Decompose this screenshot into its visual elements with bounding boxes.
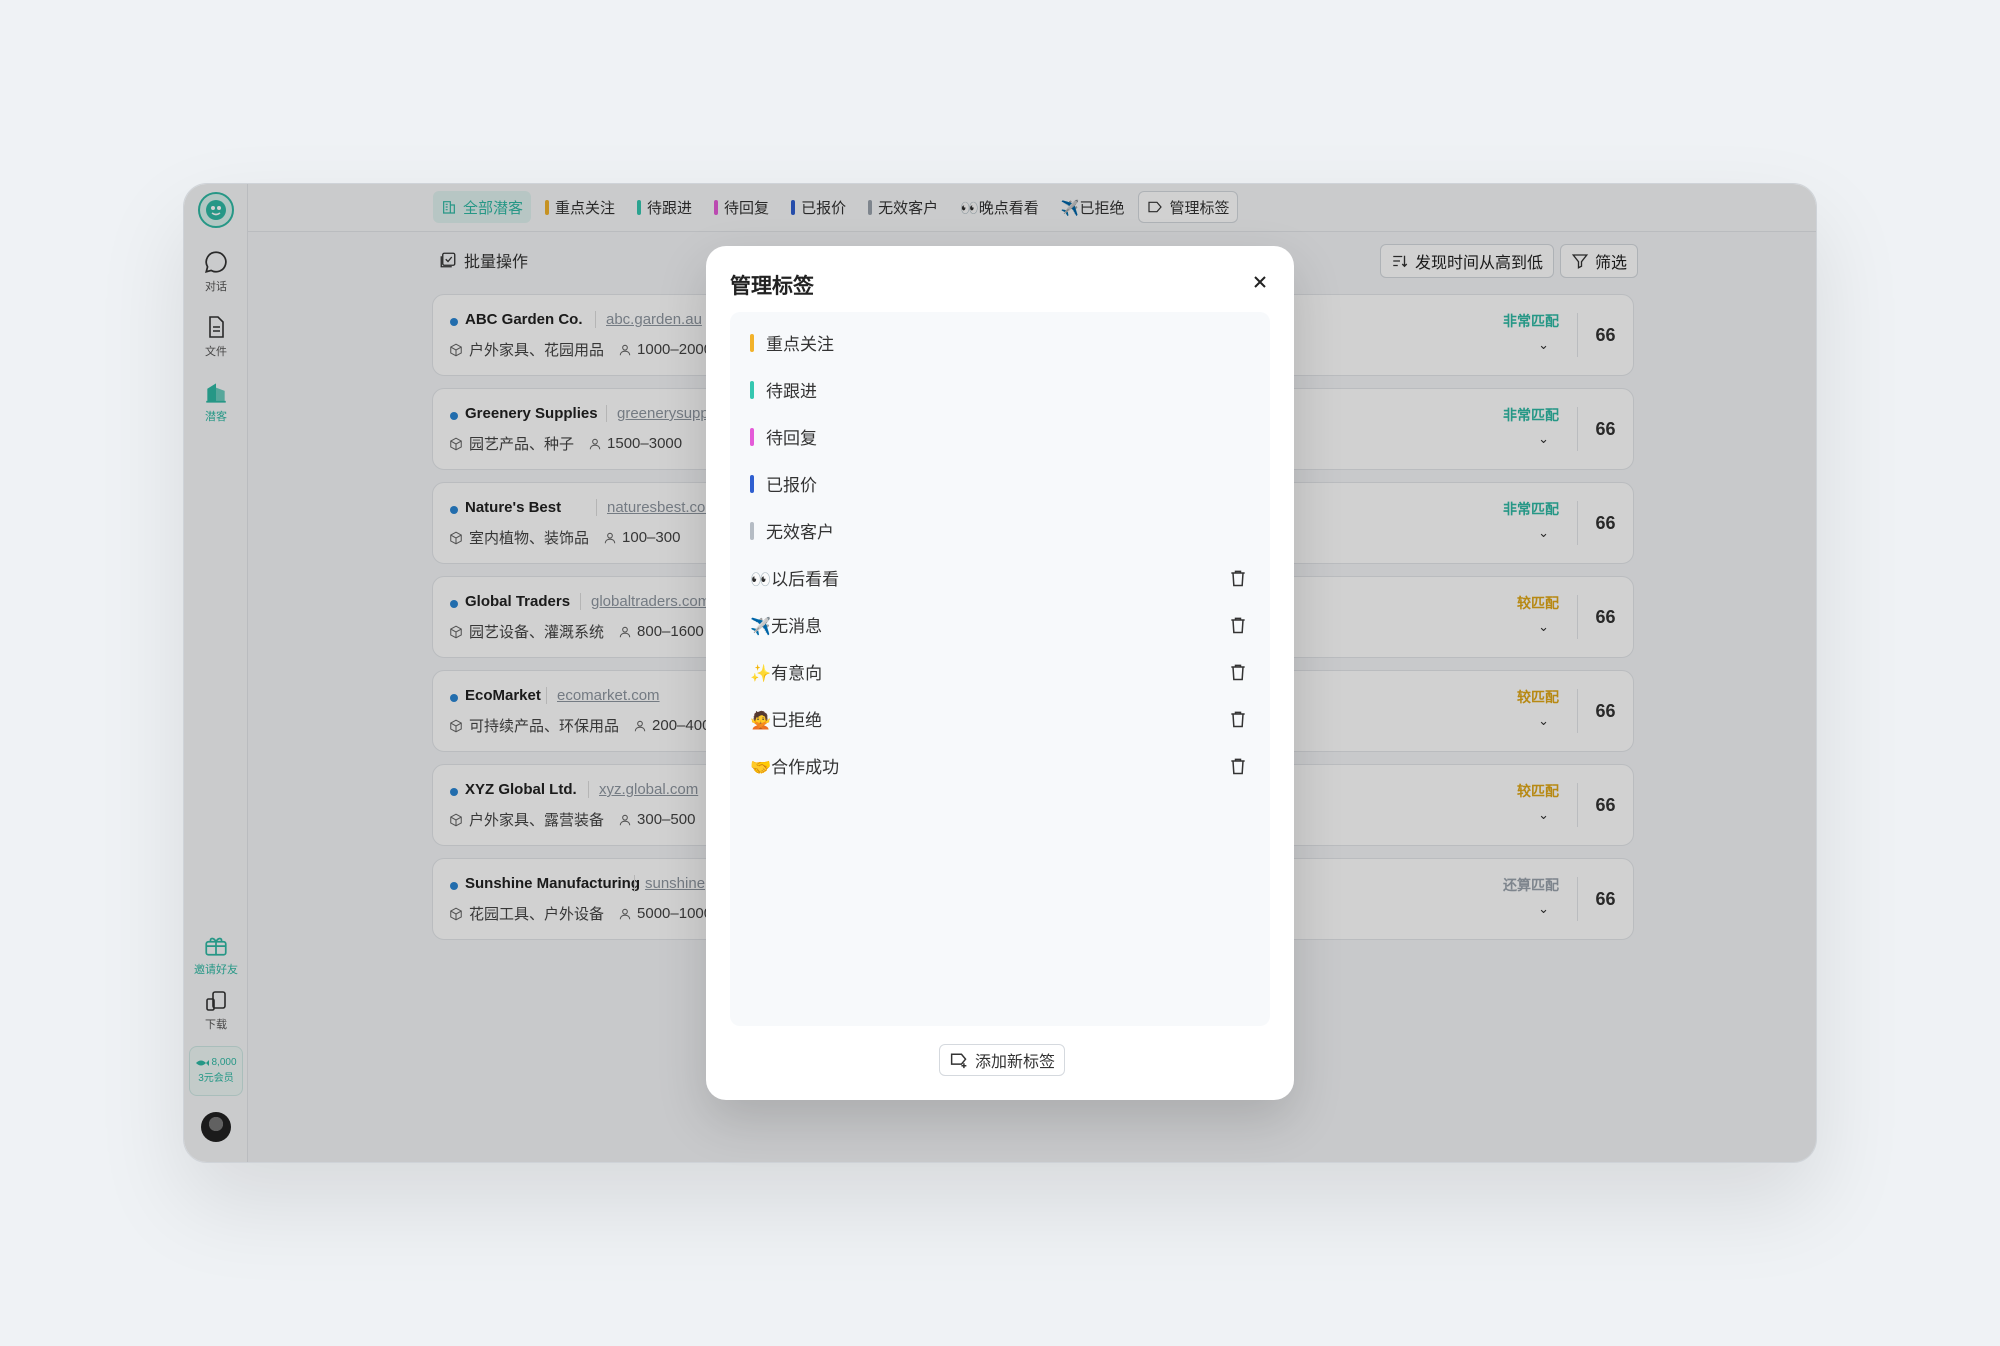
tag-label: 已报价 xyxy=(766,476,817,495)
tag-row[interactable]: 待回复 xyxy=(730,413,1270,460)
tag-row[interactable]: ✨有意向 xyxy=(730,648,1270,695)
tag-row[interactable]: 🤝合作成功 xyxy=(730,742,1270,789)
trash-icon xyxy=(1231,711,1245,728)
add-tag-label: 添加新标签 xyxy=(975,1054,1056,1071)
tag-label: ✈️无消息 xyxy=(750,617,823,636)
tag-row[interactable]: 重点关注 xyxy=(730,319,1270,366)
tag-add-icon xyxy=(950,1053,967,1069)
tag-color-bar xyxy=(750,427,754,446)
tag-list: 重点关注待跟进待回复已报价无效客户 👀以后看看 ✈️无消息 ✨有意向 🙅已拒绝 🤝合作成功 xyxy=(730,312,1270,1026)
tag-row[interactable]: 待跟进 xyxy=(730,366,1270,413)
tag-label: 🤝合作成功 xyxy=(750,758,840,777)
delete-tag-button[interactable] xyxy=(1228,568,1248,588)
close-icon xyxy=(1254,276,1266,288)
close-button[interactable] xyxy=(1246,268,1274,296)
delete-tag-button[interactable] xyxy=(1228,615,1248,635)
tag-label: 无效客户 xyxy=(766,523,834,542)
trash-icon xyxy=(1231,758,1245,775)
tag-label: 待回复 xyxy=(766,429,817,448)
add-tag-button[interactable]: 添加新标签 xyxy=(939,1044,1066,1076)
delete-tag-button[interactable] xyxy=(1228,709,1248,729)
tag-label: 重点关注 xyxy=(766,335,834,354)
delete-tag-button[interactable] xyxy=(1228,756,1248,776)
tag-row[interactable]: 无效客户 xyxy=(730,507,1270,554)
tag-label: 🙅已拒绝 xyxy=(750,711,823,730)
tag-color-bar xyxy=(750,521,754,540)
trash-icon xyxy=(1231,664,1245,681)
tag-color-bar xyxy=(750,333,754,352)
tag-row[interactable]: 👀以后看看 xyxy=(730,554,1270,601)
tag-row[interactable]: ✈️无消息 xyxy=(730,601,1270,648)
trash-icon xyxy=(1231,570,1245,587)
tag-color-bar xyxy=(750,474,754,493)
tag-row[interactable]: 🙅已拒绝 xyxy=(730,695,1270,742)
tag-label: ✨有意向 xyxy=(750,664,823,683)
manage-tags-modal: 管理标签 重点关注待跟进待回复已报价无效客户 👀以后看看 ✈️无消息 ✨有意向 🙅已拒绝… xyxy=(706,246,1294,1100)
tag-color-bar xyxy=(750,380,754,399)
tag-label: 待跟进 xyxy=(766,382,817,401)
modal-title: 管理标签 xyxy=(730,275,814,298)
tag-row[interactable]: 已报价 xyxy=(730,460,1270,507)
delete-tag-button[interactable] xyxy=(1228,662,1248,682)
tag-label: 👀以后看看 xyxy=(750,570,840,589)
trash-icon xyxy=(1231,617,1245,634)
